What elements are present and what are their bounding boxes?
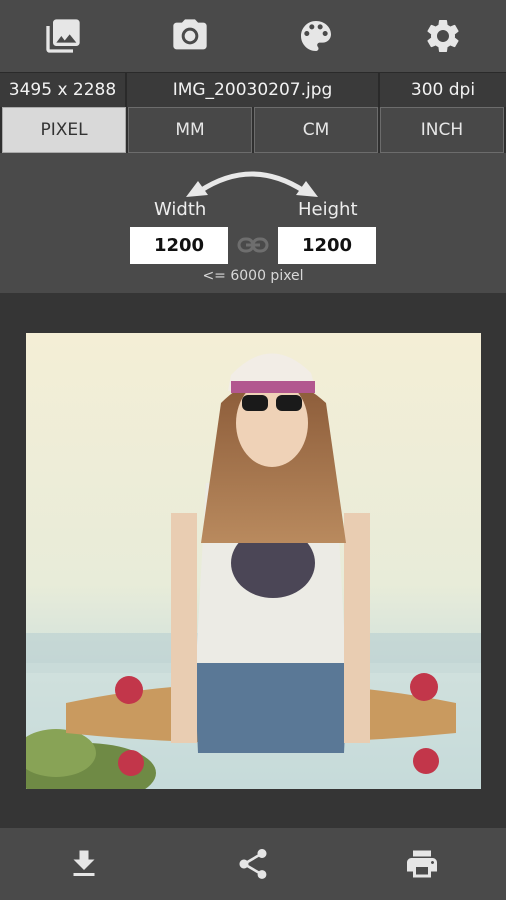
photo-preview[interactable] [26,333,481,789]
print-icon [406,850,437,878]
dpi-text[interactable]: 300 dpi [380,73,506,107]
download-button[interactable] [0,828,169,900]
camera-button[interactable] [127,0,254,72]
print-button[interactable] [337,828,506,900]
tab-inch[interactable]: INCH [380,107,504,153]
camera-icon [173,19,207,50]
width-label: Width [154,199,207,220]
settings-icon [427,20,459,52]
photo-image [26,333,481,789]
image-info-row: 3495 x 2288 IMG_20030207.jpg 300 dpi [0,72,506,107]
settings-button[interactable] [380,0,506,72]
download-icon [73,850,95,876]
share-button[interactable] [169,828,338,900]
palette-button[interactable] [253,0,380,72]
share-icon [239,849,267,879]
preview-area [0,293,506,828]
filename-text: IMG_20030207.jpg [127,73,380,107]
height-label: Height [298,199,358,220]
unit-tabs: PIXEL MM CM INCH [0,107,506,153]
top-toolbar [0,0,506,72]
height-input[interactable] [278,227,376,264]
tab-pixel[interactable]: PIXEL [2,107,126,153]
dimensions-panel: Width Height <= 6000 pixel [0,153,506,293]
tab-mm[interactable]: MM [128,107,252,153]
bottom-toolbar [0,828,506,900]
tab-cm[interactable]: CM [254,107,378,153]
gallery-icon [46,19,80,53]
resolution-text: 3495 x 2288 [0,73,127,107]
gallery-button[interactable] [0,0,127,72]
width-input[interactable] [130,227,228,264]
pixel-limit-hint: <= 6000 pixel [202,268,304,284]
swap-arrows-icon[interactable] [182,161,322,201]
link-icon[interactable] [236,233,270,257]
palette-icon [301,21,332,51]
